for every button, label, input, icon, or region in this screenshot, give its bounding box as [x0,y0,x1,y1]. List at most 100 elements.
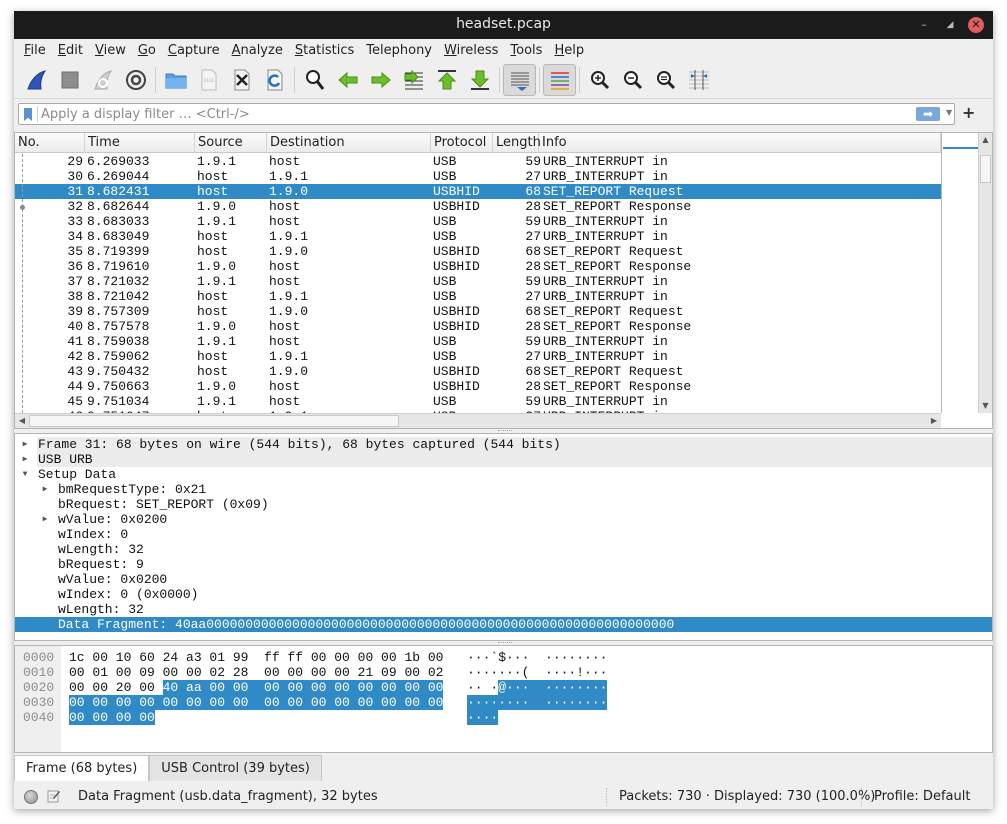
bytes-hex[interactable]: 00 00 20 00 40 aa 00 00 00 00 00 00 00 0… [69,680,444,695]
packet-row[interactable]: 33 8.683033 1.9.1 host USB 59 URB_INTERRUPT in [15,214,941,229]
stop-capture-button[interactable] [53,64,86,96]
save-file-button[interactable]: 0101 [192,64,225,96]
maximize-button[interactable]: ◢ [942,17,958,33]
go-last-button[interactable] [463,64,496,96]
packet-row[interactable]: 45 9.751034 1.9.1 host USB 59 URB_INTERRUPT in [15,394,941,409]
display-filter-input[interactable] [41,105,901,123]
detail-tree-item[interactable]: ▶ USB URB [23,452,992,467]
detail-tree-item[interactable]: wLength: 32 [15,542,992,557]
column-header-protocol[interactable]: Protocol [431,133,493,153]
reload-file-button[interactable] [258,64,291,96]
zoom-in-button[interactable] [583,64,616,96]
scrollbar-thumb[interactable] [980,155,991,183]
open-file-button[interactable] [159,64,192,96]
collapsed-arrow-icon[interactable]: ▶ [19,437,31,452]
bytes-ascii[interactable]: ···· [467,710,499,725]
packet-row[interactable]: 41 8.759038 1.9.1 host USB 59 URB_INTERRUPT in [15,334,941,349]
bytes-ascii[interactable]: ···`$··· ········ [467,650,607,665]
column-header-destination[interactable]: Destination [267,133,431,153]
bytes-hex[interactable]: 00 00 00 00 00 00 00 00 00 00 00 00 00 0… [69,695,444,710]
packet-row[interactable]: 36 8.719610 1.9.0 host USBHID 28 SET_REPORT Re… [15,259,941,274]
apply-filter-button[interactable]: ➡ [916,107,940,121]
packet-row[interactable]: 32 8.682644 1.9.0 host USBHID 28 SET_REPORT Re… [15,199,941,214]
column-header-no[interactable]: No. [15,133,85,153]
start-capture-button[interactable] [20,64,53,96]
filter-history-dropdown[interactable]: ▼ [946,108,952,117]
menu-statistics[interactable]: Statistics [289,43,360,58]
detail-tree-item[interactable]: ▶ Frame 31: 68 bytes on wire (544 bits), … [23,437,992,452]
restart-capture-button[interactable] [86,64,119,96]
go-first-button[interactable] [430,64,463,96]
collapsed-arrow-icon[interactable]: ▶ [19,452,31,467]
edit-comment-icon[interactable] [47,789,61,803]
packet-row[interactable]: 43 9.750432 host 1.9.0 USBHID 68 SET_REPORT Re… [15,364,941,379]
packet-row[interactable]: 37 8.721032 1.9.1 host USB 59 URB_INTERRUPT in [15,274,941,289]
menu-go[interactable]: Go [132,43,162,58]
find-packet-button[interactable] [298,64,331,96]
capture-options-button[interactable] [119,64,152,96]
column-header-info[interactable]: Info [539,133,941,153]
go-forward-button[interactable] [364,64,397,96]
packet-row[interactable]: 34 8.683049 host 1.9.1 USB 27 URB_INTERRUPT in [15,229,941,244]
add-filter-button[interactable]: + [962,103,975,122]
bytes-hex[interactable]: 1c 00 10 60 24 a3 01 99 ff ff 00 00 00 0… [69,650,443,665]
bytes-hex[interactable]: 00 01 00 09 00 00 02 28 00 00 00 00 21 0… [69,665,443,680]
detail-tree-item[interactable]: wIndex: 0 [15,527,992,542]
packet-list-vertical-scrollbar[interactable]: ▲ ▼ [978,133,992,413]
detail-tree-item[interactable]: wValue: 0x0200 [15,572,992,587]
detail-tree-item[interactable]: ▶ wValue: 0x0200 [15,512,992,527]
detail-tree-item[interactable]: wLength: 32 [15,602,992,617]
collapsed-arrow-icon[interactable]: ▶ [39,482,51,497]
detail-tree-item[interactable]: ▼ Setup Data [15,467,992,482]
column-header-length[interactable]: Length [493,133,541,153]
menu-view[interactable]: View [89,43,132,58]
menu-help[interactable]: Help [548,43,590,58]
packet-row[interactable]: 38 8.721042 host 1.9.1 USB 27 URB_INTERRUPT in [15,289,941,304]
column-header-source[interactable]: Source [195,133,267,153]
go-back-button[interactable] [331,64,364,96]
menu-capture[interactable]: Capture [162,43,226,58]
detail-tree-item[interactable]: bRequest: 9 [15,557,992,572]
minimize-button[interactable]: – [916,17,932,33]
bookmark-icon[interactable] [24,108,32,121]
status-profile[interactable]: Profile: Default [874,789,970,804]
expert-info-indicator-icon[interactable] [24,790,38,804]
bytes-ascii[interactable]: ········ ········ [467,695,608,710]
zoom-normal-button[interactable] [649,64,682,96]
column-header-time[interactable]: Time [85,133,195,153]
menu-tools[interactable]: Tools [504,43,548,58]
bytes-hex[interactable]: 00 00 00 00 [69,710,155,725]
packet-row-selected[interactable]: 31 8.682431 host 1.9.0 USBHID 68 SET_REPORT Re… [15,184,941,199]
expanded-arrow-icon[interactable]: ▼ [19,467,31,482]
packet-row[interactable]: 30 6.269044 host 1.9.1 USB 27 URB_INTERRUPT in [15,169,941,184]
packet-row[interactable]: 44 9.750663 1.9.0 host USBHID 28 SET_REPORT Re… [15,379,941,394]
packet-row[interactable]: 40 8.757578 1.9.0 host USBHID 28 SET_REPORT Re… [15,319,941,334]
resize-columns-button[interactable] [682,64,715,96]
bytes-ascii[interactable]: ·······( ····!··· [467,665,607,680]
packet-list-horizontal-scrollbar[interactable]: ◀ ▶ [15,413,941,428]
zoom-out-button[interactable] [616,64,649,96]
menu-telephony[interactable]: Telephony [360,43,438,58]
bytes-ascii[interactable]: ·· ·@··· ········ [467,680,608,695]
bytes-tab-usb-control[interactable]: USB Control (39 bytes) [149,755,322,781]
packet-row[interactable]: 42 8.759062 host 1.9.1 USB 27 URB_INTERRUPT in [15,349,941,364]
scroll-up-arrow-icon[interactable]: ▲ [979,133,992,147]
detail-tree-item[interactable]: wIndex: 0 (0x0000) [15,587,992,602]
bytes-tab-frame[interactable]: Frame (68 bytes) [14,755,150,781]
menu-wireless[interactable]: Wireless [438,43,504,58]
menu-file[interactable]: File [18,43,52,58]
packet-row[interactable]: 29 6.269033 1.9.1 host USB 59 URB_INTERRUPT in [15,154,941,169]
detail-tree-item[interactable]: ▶ bmRequestType: 0x21 [15,482,992,497]
scroll-left-arrow-icon[interactable]: ◀ [15,414,29,428]
go-to-packet-button[interactable] [397,64,430,96]
scrollbar-thumb[interactable] [29,415,399,427]
colorize-button[interactable] [543,63,576,96]
collapsed-arrow-icon[interactable]: ▶ [39,512,51,527]
scroll-down-arrow-icon[interactable]: ▼ [979,399,992,413]
menu-edit[interactable]: Edit [52,43,89,58]
close-button[interactable]: ✕ [968,17,984,33]
packet-row[interactable]: 39 8.757309 host 1.9.0 USBHID 68 SET_REPORT Re… [15,304,941,319]
packet-minimap[interactable] [941,133,978,413]
menu-analyze[interactable]: Analyze [226,43,289,58]
detail-tree-item[interactable]: Data Fragment: 40aa000000000000000000000… [15,617,992,632]
